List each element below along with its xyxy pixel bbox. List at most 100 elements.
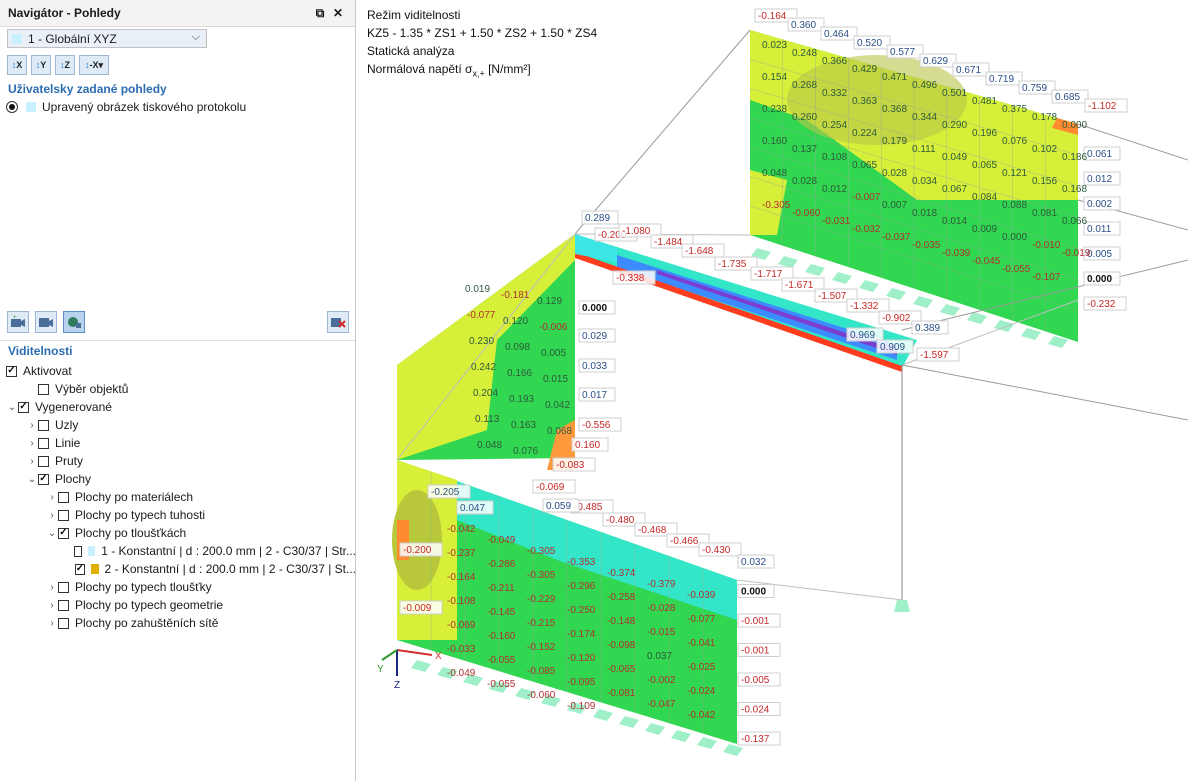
checkbox[interactable] <box>58 509 69 521</box>
user-view-item[interactable]: Upravený obrázek tiskového protokolu <box>6 100 246 114</box>
chevron-right-icon[interactable]: › <box>46 582 58 593</box>
top-inner-label: 0.102 <box>1032 144 1057 155</box>
checkbox[interactable] <box>38 473 49 485</box>
chevron-right-icon[interactable]: › <box>26 456 38 467</box>
svg-text:0.629: 0.629 <box>923 56 948 67</box>
view-z-button[interactable]: ↕ Z <box>55 55 75 75</box>
z-axis-label: Z <box>394 680 400 691</box>
checkbox[interactable] <box>58 581 69 593</box>
wire-line <box>901 364 1188 421</box>
top-inner-label: 0.471 <box>882 72 907 83</box>
tree-item-label: Výběr objektů <box>55 382 129 396</box>
tree-item[interactable]: 2 - Konstantní | d : 200.0 mm | 2 - C30/… <box>0 560 356 578</box>
support-icon <box>859 280 879 292</box>
checkbox[interactable] <box>58 527 69 539</box>
top-edge-label: 0.719 <box>985 71 1023 86</box>
camera-delete-icon[interactable] <box>327 311 349 333</box>
top-edge-label: 0.629 <box>919 53 957 68</box>
svg-text:0.360: 0.360 <box>791 20 816 31</box>
tree-item-label: Plochy po zahuštěních sítě <box>75 616 219 630</box>
svg-text:0.017: 0.017 <box>582 390 607 401</box>
checkbox[interactable] <box>6 365 17 377</box>
mid-inner-label: 0.015 <box>543 374 568 385</box>
checkbox[interactable] <box>74 545 83 557</box>
chevron-right-icon[interactable]: › <box>46 492 58 503</box>
checkbox[interactable] <box>18 401 29 413</box>
checkbox[interactable] <box>58 491 69 503</box>
checkbox[interactable] <box>38 437 49 449</box>
checkbox[interactable] <box>58 599 69 611</box>
svg-text:0.389: 0.389 <box>915 323 940 334</box>
viewport[interactable]: X Y Z -0.164 0.360 0.464 0.520 0.577 0.629 0.671 0… <box>357 0 1188 781</box>
mid-inner-label: 0.098 <box>505 342 530 353</box>
checkbox[interactable] <box>38 383 49 395</box>
tree-item[interactable]: ⌄ Plochy <box>0 470 356 488</box>
info-mode: Režim viditelnosti <box>367 8 461 22</box>
navigator-titlebar: Navigátor - Pohledy ⧉ ✕ <box>0 0 355 27</box>
tree-item[interactable]: › Uzly <box>0 416 356 434</box>
bottom-inner-label: -0.049 <box>487 535 516 546</box>
camera-edit-icon[interactable] <box>35 311 57 333</box>
checkbox[interactable] <box>58 617 69 629</box>
close-icon[interactable]: ✕ <box>329 6 347 20</box>
bottom-inner-label: -0.055 <box>487 655 516 666</box>
bottom-inner-label: -0.120 <box>567 653 596 664</box>
chevron-right-icon[interactable]: › <box>26 438 38 449</box>
x-axis-label: X <box>435 651 442 662</box>
camera-add-icon[interactable]: + <box>7 311 29 333</box>
support-icon <box>832 272 852 284</box>
tree-item[interactable]: Aktivovat <box>0 362 356 380</box>
support-icon <box>411 660 431 672</box>
tree-item[interactable]: › Pruty <box>0 452 356 470</box>
tree-item[interactable]: › Plochy po zahuštěních sítě <box>0 614 356 632</box>
checkbox[interactable] <box>38 455 49 467</box>
mid-inner-label: -0.006 <box>539 322 568 333</box>
chevron-right-icon[interactable]: › <box>46 510 58 521</box>
tree-item[interactable]: Výběr objektů <box>0 380 356 398</box>
bottom-inner-label: -0.145 <box>487 607 516 618</box>
tree-item[interactable]: ⌄ Plochy po tloušťkách <box>0 524 356 542</box>
chevron-down-icon[interactable]: ⌄ <box>46 528 58 539</box>
info-analysis: Statická analýza <box>367 44 455 58</box>
view-select[interactable]: 1 - Globální XYZ ⌵ <box>7 29 207 48</box>
tree-item[interactable]: › Linie <box>0 434 356 452</box>
panel-divider <box>0 340 355 341</box>
checkbox[interactable] <box>38 419 49 431</box>
bottom-left-label: -0.009 <box>399 600 443 615</box>
chevron-right-icon[interactable]: › <box>46 600 58 611</box>
tree-item[interactable]: › Plochy po materiálech <box>0 488 356 506</box>
tree-item[interactable]: › Plochy po typech tloušťky <box>0 578 356 596</box>
svg-text:0.029: 0.029 <box>582 331 607 342</box>
bottom-inner-label: -0.060 <box>527 690 556 701</box>
restore-icon[interactable]: ⧉ <box>311 6 329 21</box>
chevron-down-icon[interactable]: ⌄ <box>26 474 38 485</box>
tree-item[interactable]: › Plochy po typech tuhosti <box>0 506 356 524</box>
support-icon <box>697 737 717 749</box>
view-y-button[interactable]: ↕ Y <box>31 55 51 75</box>
svg-text:0.000: 0.000 <box>1087 274 1112 285</box>
top-inner-label: -0.039 <box>942 248 971 259</box>
tree-item[interactable]: ⌄ Vygenerované <box>0 398 356 416</box>
tree-item[interactable]: 1 - Konstantní | d : 200.0 mm | 2 - C30/… <box>0 542 356 560</box>
chevron-down-icon[interactable]: ⌄ <box>6 402 18 413</box>
svg-text:-0.205: -0.205 <box>431 487 460 498</box>
top-inner-label: 0.196 <box>972 128 997 139</box>
top-inner-label: 0.160 <box>762 136 787 147</box>
checkbox[interactable] <box>74 563 86 575</box>
model-canvas[interactable]: X YZ -0.164 0.360 0.464 0.520 0.577 0.629 0.671 0… <box>357 0 1188 781</box>
dropdown-arrow-icon[interactable]: ▾ <box>98 60 103 71</box>
top-edge-label: 0.577 <box>886 44 924 59</box>
chevron-right-icon[interactable]: › <box>46 618 58 629</box>
camera-view-icon[interactable] <box>63 311 85 333</box>
bottom-inner-label: -0.353 <box>567 557 596 568</box>
tree-item[interactable]: › Plochy po typech geometrie <box>0 596 356 614</box>
top-inner-label: 0.179 <box>882 136 907 147</box>
mid-right-label: 0.033 <box>578 358 616 373</box>
view-minus-x-button[interactable]: ↕ -X ▾ <box>79 55 109 75</box>
view-x-button[interactable]: ↕ X <box>7 55 27 75</box>
radio-selected-icon[interactable] <box>6 101 18 113</box>
top-inner-label: 0.429 <box>852 64 877 75</box>
chevron-right-icon[interactable]: › <box>26 420 38 431</box>
mid-inner-label: 0.230 <box>469 336 494 347</box>
tree-item-label: 2 - Konstantní | d : 200.0 mm | 2 - C30/… <box>104 562 356 576</box>
